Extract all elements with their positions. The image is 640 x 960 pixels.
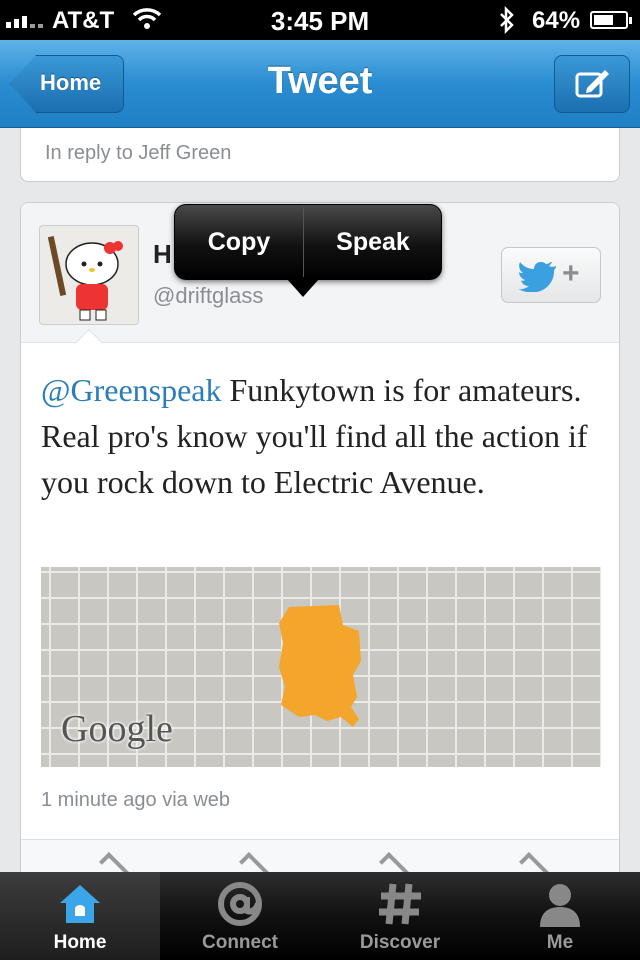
at-icon [218,882,262,926]
tab-me[interactable]: Me [480,872,640,960]
hash-icon [379,883,421,925]
text-selection-popover: Copy Speak [174,204,442,297]
reply-context-card[interactable]: In reply to Jeff Green [20,128,620,182]
tab-me-label: Me [546,932,574,953]
reply-context-text: In reply to Jeff Green [45,142,232,164]
user-name: H [153,239,172,269]
map-thumbnail[interactable]: Google [41,567,601,767]
battery-icon [590,11,632,29]
copy-menu-item[interactable]: Copy [175,205,303,279]
tab-home[interactable]: Home [0,872,160,960]
user-handle: @driftglass [153,283,264,308]
tab-connect[interactable]: Connect [160,872,320,960]
tweet-timestamp: 1 minute ago via web [41,789,231,811]
tweet-text[interactable]: @Greenspeak Funkytown is for amateurs. R… [41,367,601,505]
battery-percent: 64% [532,7,581,34]
twitter-bird-icon [518,262,556,292]
navigation-bar: Home Tweet [0,40,640,128]
follow-button[interactable]: + [501,247,601,303]
person-icon [540,884,580,927]
tab-bar: Home Connect Discover Me [0,872,640,960]
compose-icon [575,70,609,98]
page-title: Tweet [267,60,373,102]
avatar[interactable] [39,225,139,325]
status-bar: AT&T 3:45 PM 64% [0,0,640,40]
speak-menu-item[interactable]: Speak [304,205,442,279]
compose-button[interactable] [554,55,630,113]
tweet-card: H @driftglass + @Greenspeak Funkytown is… [20,202,620,922]
map-highlight-region [279,605,361,727]
home-icon [60,885,100,923]
tab-connect-label: Connect [202,932,278,953]
bluetooth-icon [497,5,517,41]
tab-home-label: Home [53,932,107,953]
tab-discover[interactable]: Discover [320,872,480,960]
map-attribution: Google [61,708,173,750]
avatar-image [47,236,123,321]
follow-plus-icon: + [562,257,580,290]
mention-link[interactable]: @Greenspeak [41,372,222,408]
tab-discover-label: Discover [359,932,441,953]
